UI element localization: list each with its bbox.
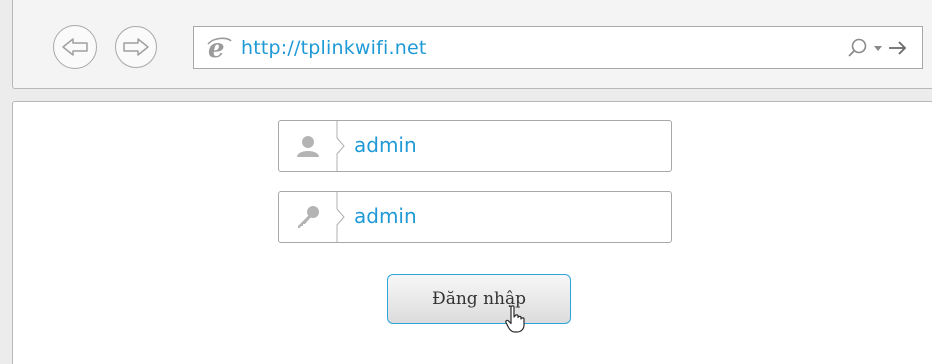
login-button[interactable]: Đăng nhập bbox=[387, 274, 571, 324]
key-icon-cell bbox=[279, 192, 337, 242]
browser-window: e http://tplinkwifi.net admin admin Đăng… bbox=[0, 0, 932, 364]
user-icon bbox=[297, 136, 319, 157]
forward-button[interactable] bbox=[115, 26, 157, 68]
internet-explorer-icon: e bbox=[207, 35, 232, 61]
field-divider bbox=[336, 192, 345, 242]
login-panel: admin admin Đăng nhập bbox=[12, 101, 932, 364]
password-value[interactable]: admin bbox=[354, 204, 417, 228]
user-icon-cell bbox=[279, 121, 337, 171]
browser-toolbar: e http://tplinkwifi.net bbox=[12, 0, 932, 89]
address-tools bbox=[846, 37, 908, 59]
address-url[interactable]: http://tplinkwifi.net bbox=[241, 37, 427, 59]
back-button[interactable] bbox=[53, 25, 97, 69]
key-icon bbox=[298, 206, 319, 228]
search-icon[interactable] bbox=[846, 37, 868, 59]
username-field[interactable]: admin bbox=[278, 120, 672, 172]
username-value[interactable]: admin bbox=[354, 133, 417, 157]
address-bar[interactable]: e http://tplinkwifi.net bbox=[193, 26, 923, 69]
hand-cursor-icon bbox=[505, 305, 525, 333]
dropdown-icon[interactable] bbox=[873, 43, 883, 53]
password-field[interactable]: admin bbox=[278, 191, 672, 243]
go-arrow-icon[interactable] bbox=[888, 40, 908, 56]
forward-arrow-icon bbox=[123, 38, 149, 56]
field-divider bbox=[336, 121, 345, 171]
back-arrow-icon bbox=[62, 38, 88, 56]
